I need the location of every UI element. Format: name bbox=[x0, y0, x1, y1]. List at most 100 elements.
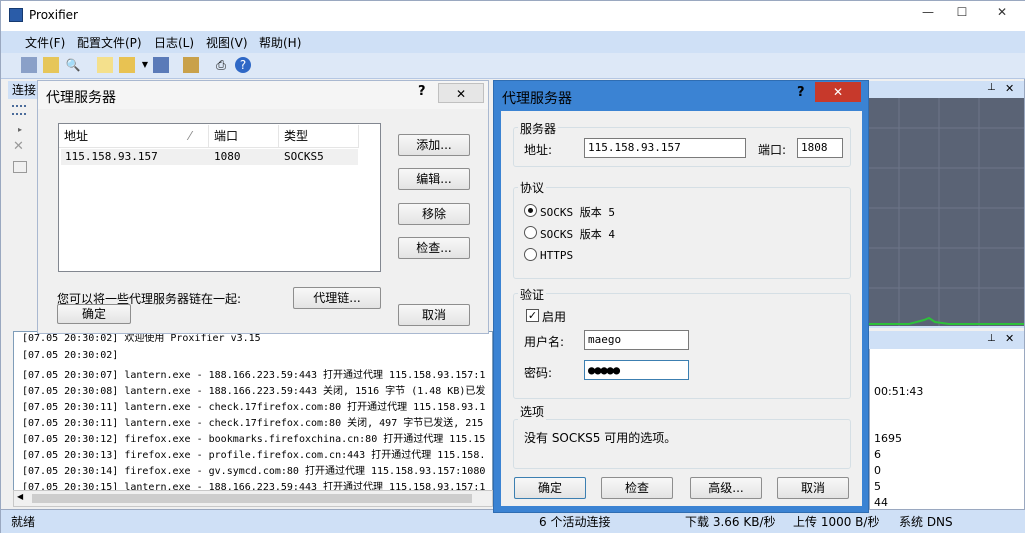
scroll-left-icon[interactable]: ◀ bbox=[17, 492, 23, 501]
statistics-panel-header: ⊥ ✕ bbox=[869, 331, 1024, 349]
check-button[interactable]: 检查 bbox=[601, 477, 673, 499]
address-input[interactable]: 115.158.93.157 bbox=[584, 138, 746, 158]
proxy-chain-button[interactable]: 代理链... bbox=[293, 287, 381, 309]
dialog-title-bar: 代理服务器 ? ✕ bbox=[38, 81, 488, 109]
menu-bar: 文件(F) 配置文件(P) 日志(L) 视图(V) 帮助(H) bbox=[1, 31, 1025, 53]
username-label: 用户名: bbox=[524, 335, 565, 349]
ok-button[interactable]: 确定 bbox=[514, 477, 586, 499]
cancel-button[interactable]: 取消 bbox=[398, 304, 470, 326]
toolbar: 🔍 ▼ ⎙ ? bbox=[1, 53, 1025, 79]
dialog-title-bar: 代理服务器 ? ✕ bbox=[494, 81, 868, 110]
stat-value: 44 bbox=[874, 496, 888, 509]
new-profile-icon[interactable] bbox=[21, 57, 37, 73]
column-header-address[interactable]: 地址 ⁄ bbox=[59, 125, 209, 148]
open-profile-icon[interactable] bbox=[43, 57, 59, 73]
arrow-icon[interactable]: ▸ bbox=[18, 125, 22, 134]
cell-port: 1080 bbox=[214, 150, 241, 163]
title-bar: Proxifier — ☐ ✕ bbox=[1, 1, 1025, 31]
socks5-label[interactable]: SOCKS 版本 5 bbox=[540, 204, 615, 220]
protocol-group-label: 协议 bbox=[518, 179, 547, 196]
menu-log[interactable]: 日志(L) bbox=[154, 34, 194, 51]
traffic-graph bbox=[869, 98, 1024, 326]
dialog-close-button[interactable]: ✕ bbox=[815, 82, 861, 102]
help-button[interactable]: ? bbox=[418, 84, 426, 99]
password-input[interactable]: ●●●●● bbox=[584, 360, 689, 380]
column-header-type[interactable]: 类型 bbox=[279, 125, 359, 148]
print-icon[interactable]: ⎙ bbox=[213, 57, 229, 73]
password-label: 密码: bbox=[524, 366, 553, 380]
log-horizontal-scrollbar[interactable]: ◀ bbox=[13, 490, 493, 507]
proxy-server-edit-dialog: 代理服务器 ? ✕ 服务器 地址: 115.158.93.157 端口: 180… bbox=[493, 80, 869, 513]
scroll-thumb[interactable] bbox=[32, 494, 472, 503]
proxy-server-list[interactable]: 地址 ⁄ 端口 类型 115.158.93.157 1080 SOCKS5 bbox=[58, 123, 381, 272]
search-icon[interactable]: 🔍 bbox=[65, 57, 81, 73]
username-input[interactable]: maego bbox=[584, 330, 689, 350]
close-icon[interactable]: ✕ bbox=[1005, 82, 1014, 95]
maximize-button[interactable]: ☐ bbox=[945, 1, 979, 23]
column-header-port[interactable]: 端口 bbox=[209, 125, 279, 148]
socks4-radio[interactable] bbox=[524, 226, 537, 239]
check-button[interactable]: 检查... bbox=[398, 237, 470, 259]
menu-help[interactable]: 帮助(H) bbox=[259, 34, 301, 51]
menu-file[interactable]: 文件(F) bbox=[25, 34, 65, 51]
chevron-down-icon[interactable]: ▼ bbox=[137, 57, 153, 73]
pin-icon[interactable]: ⊥ bbox=[987, 82, 996, 93]
edit-button[interactable]: 编辑... bbox=[398, 168, 470, 190]
help-button[interactable]: ? bbox=[797, 85, 805, 100]
auth-group-label: 验证 bbox=[518, 286, 547, 303]
folder-icon[interactable] bbox=[119, 57, 135, 73]
ok-button[interactable]: 确定 bbox=[57, 304, 131, 324]
close-icon[interactable]: ✕ bbox=[13, 139, 24, 154]
proxy-servers-dialog: 代理服务器 ? ✕ 地址 ⁄ 端口 类型 115.158.93.157 1080… bbox=[37, 80, 489, 334]
cancel-button[interactable]: 取消 bbox=[777, 477, 849, 499]
dialog-close-button[interactable]: ✕ bbox=[438, 83, 484, 103]
traffic-graph-svg bbox=[869, 98, 1024, 326]
log-line: [07.05 20:30:11] lantern.exe - check.17f… bbox=[22, 418, 484, 429]
log-panel: [07.05 20:30:02] 欢迎使用 Proxifier v3.15 [0… bbox=[13, 331, 493, 491]
document-icon[interactable] bbox=[97, 57, 113, 73]
stat-value: 1695 bbox=[874, 432, 902, 445]
pin-icon[interactable]: ⊥ bbox=[987, 333, 996, 344]
status-ready: 就绪 bbox=[11, 515, 36, 529]
https-label[interactable]: HTTPS bbox=[540, 249, 573, 262]
status-upload-rate: 上传 1000 B/秒 bbox=[793, 515, 880, 529]
stat-value: 5 bbox=[874, 480, 881, 493]
cell-address: 115.158.93.157 bbox=[65, 150, 158, 163]
connections-panel-header: 连接 bbox=[8, 81, 38, 99]
close-icon[interactable]: ✕ bbox=[1005, 332, 1014, 345]
enable-auth-checkbox[interactable]: ✓ bbox=[526, 309, 539, 322]
connections-panel: ▸ ✕ bbox=[8, 99, 32, 329]
close-button[interactable]: ✕ bbox=[979, 1, 1025, 23]
help-icon[interactable]: ? bbox=[235, 57, 251, 73]
stat-value: 00:51:43 bbox=[874, 385, 924, 398]
log-line: [07.05 20:30:13] firefox.exe - profile.f… bbox=[22, 450, 486, 461]
status-active-connections: 6 个活动连接 bbox=[539, 515, 611, 529]
advanced-button[interactable]: 高级... bbox=[690, 477, 762, 499]
remove-button[interactable]: 移除 bbox=[398, 203, 470, 225]
log-line: [07.05 20:30:12] firefox.exe - bookmarks… bbox=[22, 434, 486, 445]
minimize-button[interactable]: — bbox=[911, 1, 945, 23]
address-label: 地址: bbox=[524, 143, 553, 157]
dialog-body: 服务器 地址: 115.158.93.157 端口: 1808 协议 SOCKS… bbox=[501, 111, 862, 506]
enable-auth-label[interactable]: 启用 bbox=[542, 308, 566, 325]
port-input[interactable]: 1808 bbox=[797, 138, 843, 158]
https-radio[interactable] bbox=[524, 248, 537, 261]
rules-icon[interactable] bbox=[183, 57, 199, 73]
cell-type: SOCKS5 bbox=[284, 150, 324, 163]
socks4-label[interactable]: SOCKS 版本 4 bbox=[540, 226, 615, 242]
socks5-radio[interactable] bbox=[524, 204, 537, 217]
table-row[interactable]: 115.158.93.157 1080 SOCKS5 bbox=[61, 149, 358, 165]
log-line: [07.05 20:30:02] bbox=[22, 350, 119, 361]
stat-value: 0 bbox=[874, 464, 881, 477]
list-view-icon[interactable] bbox=[12, 105, 26, 115]
port-label: 端口: bbox=[758, 143, 787, 157]
window-icon[interactable] bbox=[13, 161, 27, 173]
status-dns: 系统 DNS bbox=[899, 515, 953, 529]
add-button[interactable]: 添加... bbox=[398, 134, 470, 156]
menu-profile[interactable]: 配置文件(P) bbox=[77, 34, 142, 51]
column-header-address-label: 地址 bbox=[64, 129, 89, 143]
window-title: Proxifier bbox=[29, 8, 78, 22]
sort-icon: ⁄ bbox=[189, 129, 192, 143]
save-icon[interactable] bbox=[153, 57, 169, 73]
menu-view[interactable]: 视图(V) bbox=[206, 34, 248, 51]
